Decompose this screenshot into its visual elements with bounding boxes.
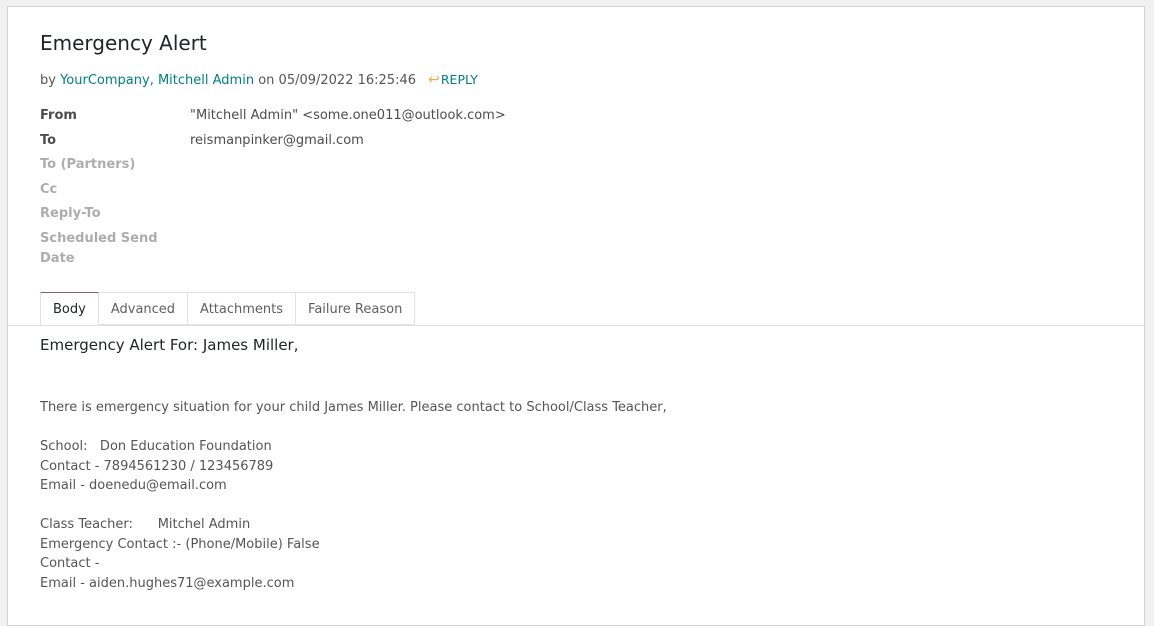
field-value-from[interactable]: "Mitchell Admin" <some.one011@outlook.co… (190, 106, 506, 126)
field-to: To reismanpinker@gmail.com (40, 131, 740, 151)
message-title: Emergency Alert (40, 31, 207, 55)
message-fields: From "Mitchell Admin" <some.one011@outlo… (40, 106, 740, 274)
author-link[interactable]: YourCompany, Mitchell Admin (60, 73, 254, 88)
school-email-line: Email - doenedu@email.com (40, 478, 227, 493)
emergency-contact-line: Emergency Contact :- (Phone/Mobile) Fals… (40, 536, 320, 552)
field-label-to-partners: To (Partners) (40, 157, 136, 173)
mail-form-sheet: Emergency Alert by YourCompany, Mitchell… (7, 6, 1145, 626)
tab-divider (8, 325, 1144, 326)
teacher-email-line: Email - aiden.hughes71@example.com (40, 575, 295, 591)
field-reply-to: Reply-To (40, 204, 740, 224)
field-label-reply-to: Reply-To (40, 206, 101, 222)
field-label-to: To (40, 132, 57, 148)
field-value-to[interactable]: reismanpinker@gmail.com (190, 131, 364, 151)
reply-arrow-icon: ↩ (428, 72, 440, 88)
byline-by: by (40, 73, 56, 88)
field-cc: Cc (40, 180, 740, 200)
school-line: School: Don Education Foundation (40, 439, 272, 454)
field-scheduled-date: Scheduled Send Date (40, 229, 740, 269)
field-label-scheduled-date: Scheduled Send Date (40, 229, 190, 269)
tab-body[interactable]: Body (40, 292, 99, 326)
teacher-contact-line: Contact - (40, 556, 100, 571)
message-byline: by YourCompany, Mitchell Admin on 05/09/… (40, 72, 478, 88)
body-heading: Emergency Alert For: James Miller, (40, 336, 299, 354)
field-label-from: From (40, 108, 77, 123)
field-from: From "Mitchell Admin" <some.one011@outlo… (40, 106, 740, 126)
reply-button[interactable]: ↩REPLY (428, 72, 478, 88)
body-intro: There is emergency situation for your ch… (40, 400, 667, 415)
field-to-partners: To (Partners) (40, 155, 740, 175)
reply-label: REPLY (440, 72, 478, 87)
teacher-line: Class Teacher: Mitchel Admin (40, 517, 251, 532)
byline-on: on (258, 73, 275, 88)
tab-advanced[interactable]: Advanced (98, 292, 189, 325)
school-contact-line: Contact - 7894561230 / 123456789 (40, 458, 274, 474)
tab-failure-reason[interactable]: Failure Reason (296, 292, 416, 325)
field-label-scheduled-line2: Date (40, 250, 75, 266)
message-body: Emergency Alert For: James Miller, There… (40, 334, 1120, 593)
message-date: 05/09/2022 16:25:46 (278, 73, 416, 88)
notebook-tabs: Body Advanced Attachments Failure Reason (40, 292, 416, 326)
field-label-cc: Cc (40, 181, 58, 197)
field-label-scheduled-line1: Scheduled Send (40, 230, 158, 246)
tab-attachments[interactable]: Attachments (188, 292, 297, 325)
